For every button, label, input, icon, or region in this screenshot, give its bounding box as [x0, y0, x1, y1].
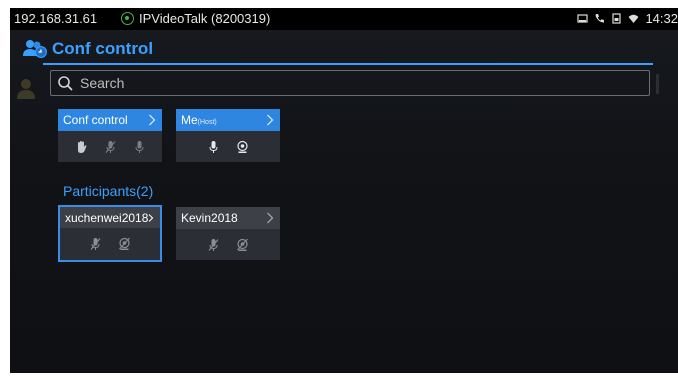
participant-actions — [60, 228, 160, 260]
phone-call-icon — [595, 14, 605, 23]
header-divider — [43, 63, 653, 65]
conf-control-actions — [58, 131, 162, 162]
me-host-card[interactable]: Me(Host) — [176, 109, 280, 162]
conf-control-label: Conf control — [63, 113, 128, 127]
me-host-actions — [176, 131, 280, 162]
search-input[interactable] — [78, 74, 642, 92]
user-icon — [17, 79, 35, 99]
status-icons: 14:32 — [577, 11, 678, 26]
status-time: 14:32 — [645, 11, 678, 26]
host-tag: (Host) — [197, 119, 217, 126]
participant-name: xuchenwei2018 — [65, 210, 149, 225]
conf-control-card[interactable]: Conf control — [58, 109, 162, 162]
status-ip: 192.168.31.61 — [14, 11, 98, 26]
wifi-icon — [628, 14, 639, 23]
microphone-muted-icon[interactable] — [104, 140, 117, 154]
device-screen: 192.168.31.61 IPVideoTalk (8200319) 14:3… — [10, 8, 678, 373]
conference-users-icon — [23, 40, 47, 58]
camera-icon[interactable] — [236, 140, 249, 154]
search-box[interactable] — [50, 70, 650, 96]
chevron-right-icon — [267, 212, 274, 224]
camera-off-icon[interactable] — [236, 238, 249, 252]
participant-card-header[interactable]: xuchenwei2018 — [60, 207, 160, 228]
participant-card-xuchenwei2018[interactable]: xuchenwei2018 — [58, 205, 162, 262]
status-app: IPVideoTalk (8200319) — [121, 11, 270, 26]
me-host-card-header[interactable]: Me(Host) — [176, 109, 280, 131]
camera-off-icon[interactable] — [118, 237, 131, 251]
participant-name: Kevin2018 — [181, 211, 238, 225]
me-label: Me — [181, 113, 198, 127]
participant-card-header[interactable]: Kevin2018 — [176, 207, 280, 229]
search-icon — [58, 75, 73, 91]
microphone-muted-icon[interactable] — [89, 237, 102, 251]
raise-hand-icon[interactable] — [75, 140, 88, 154]
status-app-name: IPVideoTalk (8200319) — [139, 11, 271, 26]
me-label-group: Me(Host) — [181, 113, 217, 127]
chevron-right-icon — [267, 114, 274, 126]
chevron-right-icon — [149, 213, 154, 222]
scroll-indicator — [656, 74, 659, 94]
participant-actions — [176, 229, 280, 260]
chevron-right-icon — [149, 114, 156, 126]
microphone-icon[interactable] — [207, 140, 220, 154]
participants-heading: Participants(2) — [63, 183, 154, 199]
participant-card-kevin2018[interactable]: Kevin2018 — [176, 207, 280, 260]
conf-control-card-header[interactable]: Conf control — [58, 109, 162, 131]
sim-card-icon — [612, 13, 622, 24]
screen-icon — [577, 14, 589, 23]
microphone-icon[interactable] — [133, 140, 146, 154]
microphone-muted-icon[interactable] — [207, 238, 220, 252]
page-header: Conf control — [22, 36, 153, 62]
status-bar: 192.168.31.61 IPVideoTalk (8200319) 14:3… — [10, 8, 678, 30]
page-title: Conf control — [52, 39, 154, 58]
ipvideotalk-icon — [121, 12, 134, 25]
